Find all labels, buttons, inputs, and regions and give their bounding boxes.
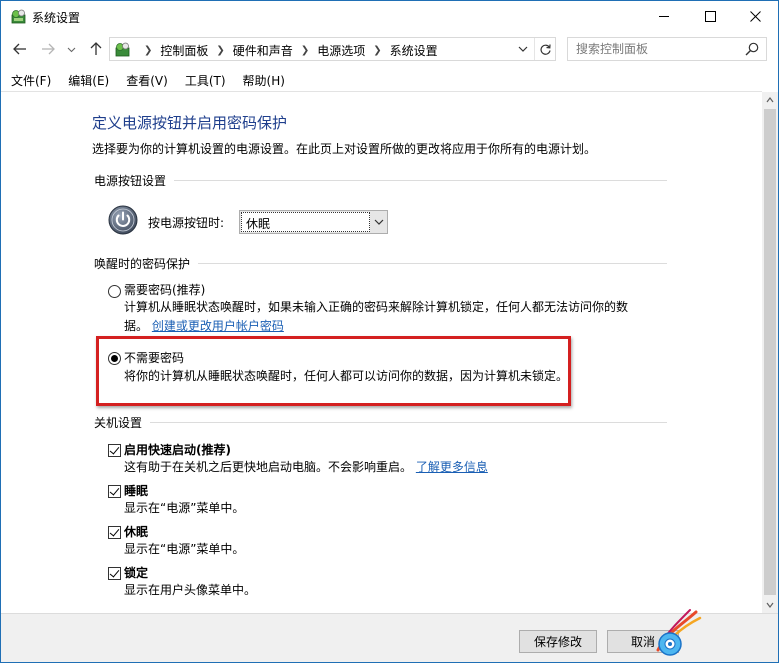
arrow-right-icon	[42, 43, 55, 55]
breadcrumb-item[interactable]: 电源选项	[317, 42, 365, 59]
control-panel-icon	[115, 42, 130, 57]
save-changes-button[interactable]: 保存修改	[519, 630, 597, 653]
section-wake-password: 唤醒时的密码保护	[94, 255, 667, 272]
breadcrumb-item[interactable]: 控制面板	[160, 42, 208, 59]
fast-startup-label[interactable]: 启用快速启动(推荐)	[124, 441, 231, 458]
title-bar: 系统设置	[1, 1, 778, 32]
search-input[interactable]	[568, 38, 738, 60]
page-title: 定义电源按钮并启用密码保护	[92, 114, 288, 132]
lock-checkbox[interactable]	[108, 567, 121, 580]
breadcrumb: ❯ 控制面板 ❯ 硬件和声音 ❯ 电源选项 ❯ 系统设置	[136, 42, 438, 59]
highlight-annotation	[96, 336, 571, 406]
description-text: 这有助于在关机之后更快地启动电脑。不会影响重启。	[124, 460, 413, 474]
divider	[198, 263, 667, 264]
divider	[150, 422, 667, 423]
section-heading: 电源按钮设置	[94, 174, 167, 188]
require-password-description: 计算机从睡眠状态唤醒时，如果未输入正确的密码来解除计算机锁定，任何人都无法访问你…	[124, 298, 628, 336]
sleep-description: 显示在“电源”菜单中。	[124, 501, 245, 515]
control-panel-icon	[11, 9, 26, 24]
learn-more-link[interactable]: 了解更多信息	[416, 460, 488, 474]
close-icon	[749, 11, 761, 22]
chevron-right-icon[interactable]: ❯	[373, 45, 381, 56]
menu-help[interactable]: 帮助(H)	[233, 69, 292, 91]
breadcrumb-item[interactable]: 系统设置	[390, 42, 438, 59]
require-password-radio[interactable]	[108, 285, 121, 298]
select-value: 休眠	[246, 217, 271, 231]
section-shutdown: 关机设置	[94, 414, 667, 431]
page-description: 选择要为你的计算机设置的电源设置。在此页上对设置所做的更改将应用于你所有的电源计…	[92, 142, 597, 156]
hibernate-label[interactable]: 休眠	[124, 523, 148, 540]
menu-view[interactable]: 查看(V)	[116, 69, 175, 91]
lock-label[interactable]: 锁定	[124, 564, 148, 581]
address-dropdown-button[interactable]	[514, 40, 532, 58]
fast-startup-description: 这有助于在关机之后更快地启动电脑。不会影响重启。 了解更多信息	[124, 458, 488, 477]
watermark-logo-icon	[656, 609, 702, 656]
scroll-thumb[interactable]	[764, 109, 776, 595]
window-title: 系统设置	[32, 11, 81, 25]
maximize-button[interactable]	[687, 1, 733, 32]
power-button-label: 按电源按钮时:	[148, 216, 225, 230]
sleep-label[interactable]: 睡眠	[124, 482, 148, 499]
divider	[174, 180, 667, 181]
arrow-up-icon	[90, 42, 102, 55]
chevron-down-icon	[766, 602, 774, 608]
hibernate-description: 显示在“电源”菜单中。	[124, 542, 245, 556]
recent-locations-button[interactable]	[64, 39, 78, 59]
section-power-buttons: 电源按钮设置	[94, 172, 667, 189]
refresh-button[interactable]	[534, 38, 556, 60]
maximize-icon	[704, 11, 716, 22]
chevron-down-icon	[67, 47, 75, 52]
scroll-up-button[interactable]	[762, 92, 778, 108]
up-button[interactable]	[86, 39, 106, 59]
chevron-right-icon: ❯	[144, 45, 153, 56]
navigation-bar: ❯ 控制面板 ❯ 硬件和声音 ❯ 电源选项 ❯ 系统设置	[1, 32, 778, 66]
description-line-2: 据。 创建或更改用户帐户密码	[124, 317, 628, 336]
section-heading: 唤醒时的密码保护	[94, 257, 191, 271]
breadcrumb-item[interactable]: 硬件和声音	[233, 42, 293, 59]
power-icon	[108, 205, 138, 235]
content-pane: 定义电源按钮并启用密码保护 选择要为你的计算机设置的电源设置。在此页上对设置所做…	[1, 91, 762, 613]
menu-file[interactable]: 文件(F)	[1, 69, 58, 91]
chevron-down-icon	[518, 46, 528, 52]
fast-startup-checkbox[interactable]	[108, 444, 121, 457]
address-bar[interactable]: ❯ 控制面板 ❯ 硬件和声音 ❯ 电源选项 ❯ 系统设置	[109, 37, 556, 61]
forward-button[interactable]	[38, 39, 58, 59]
description-text: 据。	[124, 319, 149, 333]
hibernate-checkbox[interactable]	[108, 526, 121, 539]
vertical-scrollbar[interactable]	[762, 92, 778, 613]
menu-edit[interactable]: 编辑(E)	[58, 69, 116, 91]
search-box[interactable]	[567, 37, 767, 61]
power-button-action-select[interactable]: 休眠	[239, 210, 388, 234]
chevron-right-icon[interactable]: ❯	[301, 45, 309, 56]
sleep-checkbox[interactable]	[108, 485, 121, 498]
close-button[interactable]	[732, 1, 778, 32]
menu-bar: 文件(F) 编辑(E) 查看(V) 工具(T) 帮助(H)	[1, 69, 778, 91]
back-button[interactable]	[10, 39, 30, 59]
select-value-box: 休眠	[241, 212, 370, 232]
minimize-icon	[658, 16, 669, 17]
chevron-up-icon	[766, 97, 774, 103]
require-password-label[interactable]: 需要密码(推荐)	[124, 281, 205, 298]
description-line: 计算机从睡眠状态唤醒时，如果未输入正确的密码来解除计算机锁定，任何人都无法访问你…	[124, 300, 629, 314]
chevron-down-icon	[372, 215, 386, 229]
create-password-link[interactable]: 创建或更改用户帐户密码	[152, 319, 284, 333]
refresh-icon	[540, 43, 551, 55]
menu-tools[interactable]: 工具(T)	[175, 69, 233, 91]
chevron-right-icon[interactable]: ❯	[216, 45, 224, 56]
section-heading: 关机设置	[94, 416, 143, 430]
arrow-left-icon	[13, 43, 26, 55]
minimize-button[interactable]	[641, 1, 687, 32]
lock-description: 显示在用户头像菜单中。	[124, 583, 257, 597]
scroll-down-button[interactable]	[762, 597, 778, 613]
system-settings-window: 系统设置 ❯ 控制面板 ❯ 硬件和声音 ❯ 电源选项 ❯ 系统设置 搜索控制面板…	[0, 0, 779, 663]
search-icon[interactable]	[744, 41, 760, 57]
